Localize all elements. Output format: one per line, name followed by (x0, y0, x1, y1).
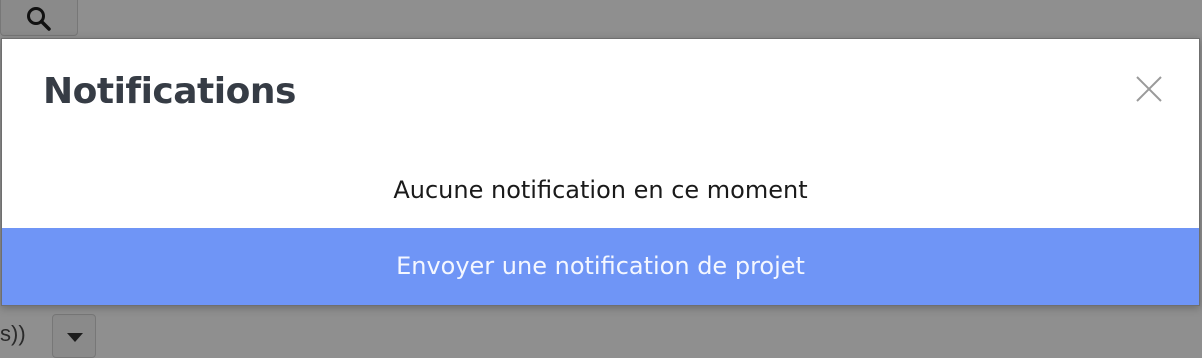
send-project-notification-button[interactable]: Envoyer une notification de projet (2, 228, 1199, 305)
background-dropdown-button (52, 314, 96, 358)
modal-title: Notifications (43, 71, 296, 112)
caret-down-icon (67, 333, 83, 342)
notifications-modal: Notifications Aucune notification en ce … (1, 38, 1200, 306)
close-button[interactable] (1135, 75, 1163, 103)
close-icon (1136, 76, 1162, 102)
search-icon (27, 7, 51, 31)
background-search-button (0, 0, 78, 36)
background-text-fragment: s)) (0, 321, 26, 346)
empty-notifications-message: Aucune notification en ce moment (393, 176, 808, 204)
